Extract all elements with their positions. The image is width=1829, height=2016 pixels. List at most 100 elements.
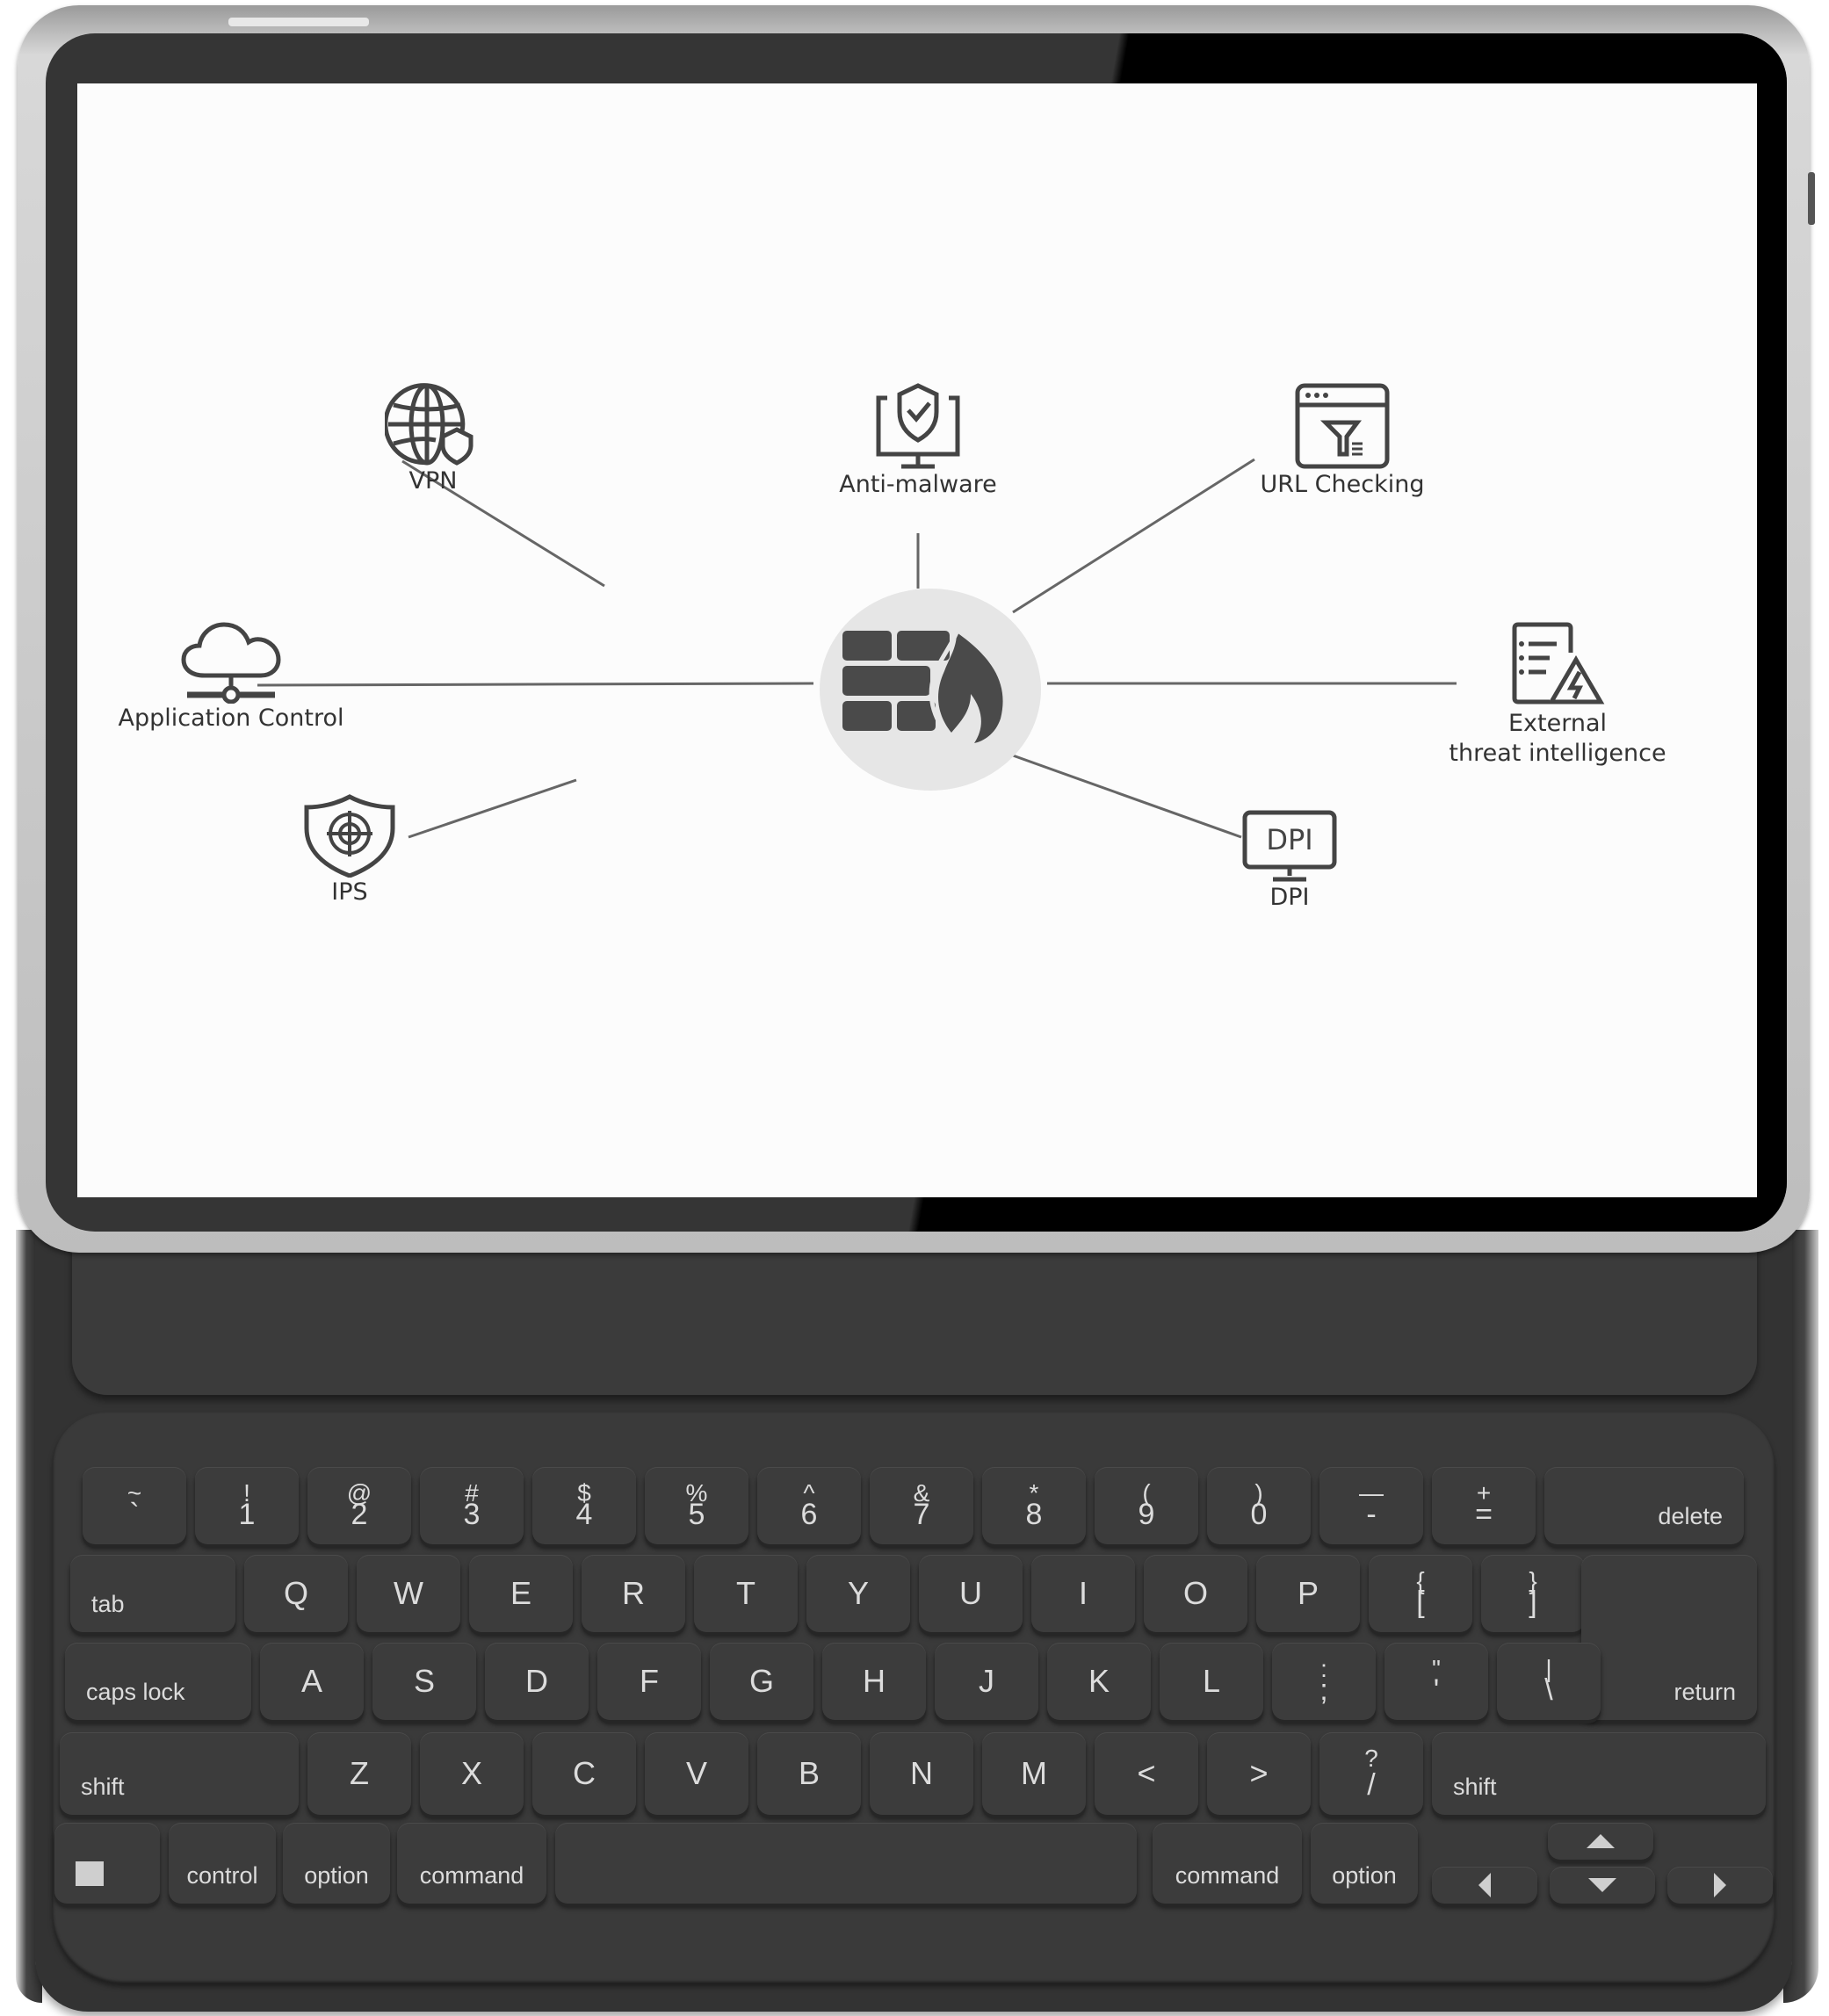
key-3[interactable]: #3 <box>420 1467 524 1544</box>
key-w[interactable]: W <box>357 1555 460 1632</box>
key-legend: command <box>419 1862 524 1889</box>
key-globe[interactable] <box>54 1823 160 1904</box>
key-caps-lock[interactable]: caps lock <box>65 1643 251 1720</box>
key-return[interactable]: return <box>1581 1555 1757 1720</box>
key--[interactable]: — - <box>1319 1467 1423 1544</box>
key-i[interactable]: I <box>1031 1555 1135 1632</box>
key-slash[interactable]: ? / <box>1319 1732 1423 1815</box>
key-bracket-left[interactable]: {[ <box>1369 1555 1472 1632</box>
key-j[interactable]: J <box>935 1643 1038 1720</box>
key-o[interactable]: O <box>1144 1555 1247 1632</box>
key-legend: J <box>979 1663 994 1699</box>
key-z[interactable]: Z <box>307 1732 411 1815</box>
key-t[interactable]: T <box>694 1555 798 1632</box>
node-label: URL Checking <box>1260 471 1425 498</box>
dpi-icon-text: DPI <box>1266 823 1312 856</box>
key-command-right[interactable]: command <box>1153 1823 1302 1904</box>
key-legend: U <box>959 1575 982 1611</box>
side-button[interactable] <box>1808 172 1815 225</box>
key-8[interactable]: * 8 <box>982 1467 1086 1544</box>
key-tab[interactable]: tab <box>70 1555 235 1632</box>
key-legend: O <box>1182 1575 1208 1611</box>
key-v[interactable]: V <box>645 1732 748 1815</box>
key-d[interactable]: D <box>485 1643 589 1720</box>
node-label: Application Control <box>118 705 344 732</box>
key-a[interactable]: A <box>260 1643 364 1720</box>
key-b[interactable]: B <box>757 1732 861 1815</box>
key-y[interactable]: Y <box>806 1555 910 1632</box>
key-g[interactable]: G <box>710 1643 813 1720</box>
key-quote[interactable]: " ' <box>1384 1643 1488 1720</box>
key-legend: shift <box>1453 1774 1497 1800</box>
key-backtick[interactable]: ~ ` <box>83 1467 186 1544</box>
key-n[interactable]: N <box>870 1732 973 1815</box>
key-option-right[interactable]: option <box>1311 1823 1418 1904</box>
key-arrow-right[interactable] <box>1667 1867 1773 1904</box>
key-legend: ] <box>1529 1586 1537 1619</box>
key-=[interactable]: + = <box>1432 1467 1536 1544</box>
key-bracket-right[interactable]: }] <box>1481 1555 1585 1632</box>
key-legend: ; <box>1319 1673 1328 1707</box>
key-k[interactable]: K <box>1047 1643 1151 1720</box>
key-7[interactable]: & 7 <box>870 1467 973 1544</box>
key-f[interactable]: F <box>597 1643 701 1720</box>
key-e[interactable]: E <box>469 1555 573 1632</box>
volume-buttons[interactable] <box>228 18 369 26</box>
key-arrow-up[interactable] <box>1548 1823 1653 1860</box>
key-delete[interactable]: delete <box>1544 1467 1744 1544</box>
key-period[interactable]: > <box>1207 1732 1311 1815</box>
key-l[interactable]: L <box>1160 1643 1263 1720</box>
key-h[interactable]: H <box>822 1643 926 1720</box>
node-label: VPN <box>408 467 458 495</box>
key-4[interactable]: $4 <box>532 1467 636 1544</box>
key-1[interactable]: ! 1 <box>195 1467 299 1544</box>
key-6[interactable]: ^ 6 <box>757 1467 861 1544</box>
key-legend: > <box>1249 1755 1269 1791</box>
key-legend: 4 <box>575 1498 593 1531</box>
shield-target-icon <box>304 794 395 878</box>
key-9[interactable]: (9 <box>1095 1467 1198 1544</box>
node-label: Anti-malware <box>839 471 997 498</box>
key-s[interactable]: S <box>372 1643 476 1720</box>
key-semicolon[interactable]: :; <box>1272 1643 1376 1720</box>
key-shift-left[interactable]: shift <box>60 1732 299 1815</box>
key-q[interactable]: Q <box>244 1555 348 1632</box>
key-legend: - <box>1366 1498 1377 1531</box>
key-command-left[interactable]: command <box>397 1823 546 1904</box>
key-arrow-down[interactable] <box>1550 1867 1655 1904</box>
key-legend: H <box>863 1663 886 1699</box>
node-application-control: Application Control <box>90 621 372 733</box>
key-backslash[interactable]: | \ <box>1497 1643 1601 1720</box>
key-legend: 5 <box>688 1498 705 1531</box>
key-comma[interactable]: < <box>1095 1732 1198 1815</box>
key-arrow-left[interactable] <box>1432 1867 1537 1904</box>
monitor-shield-check-icon <box>876 383 960 469</box>
key-0[interactable]: ) 0 <box>1207 1467 1311 1544</box>
key-5[interactable]: % 5 <box>645 1467 748 1544</box>
key-c[interactable]: C <box>532 1732 636 1815</box>
key-p[interactable]: P <box>1256 1555 1360 1632</box>
key-option-left[interactable]: option <box>283 1823 390 1904</box>
key-r[interactable]: R <box>582 1555 685 1632</box>
key-control[interactable]: control <box>169 1823 276 1904</box>
node-dpi: DPI DPI <box>1228 809 1351 913</box>
node-label-line1: External <box>1507 710 1608 737</box>
key-legend: L <box>1202 1663 1221 1699</box>
node-label: IPS <box>331 878 368 906</box>
key-legend: V <box>685 1755 707 1791</box>
key-legend: shift <box>81 1774 125 1800</box>
node-label: DPI <box>1269 884 1310 911</box>
key-m[interactable]: M <box>982 1732 1086 1815</box>
key-legend: T <box>736 1575 755 1611</box>
key-legend: K <box>1088 1663 1110 1699</box>
key-legend: \ <box>1544 1673 1553 1707</box>
key-legend: P <box>1297 1575 1319 1611</box>
cloud-network-icon <box>181 622 281 704</box>
key-x[interactable]: X <box>420 1732 524 1815</box>
key-legend: tab <box>91 1591 125 1617</box>
key-u[interactable]: U <box>919 1555 1023 1632</box>
key-legend: < <box>1137 1755 1156 1791</box>
key-2[interactable]: @2 <box>307 1467 411 1544</box>
key-space[interactable] <box>555 1823 1137 1904</box>
key-shift-right[interactable]: shift <box>1432 1732 1766 1815</box>
